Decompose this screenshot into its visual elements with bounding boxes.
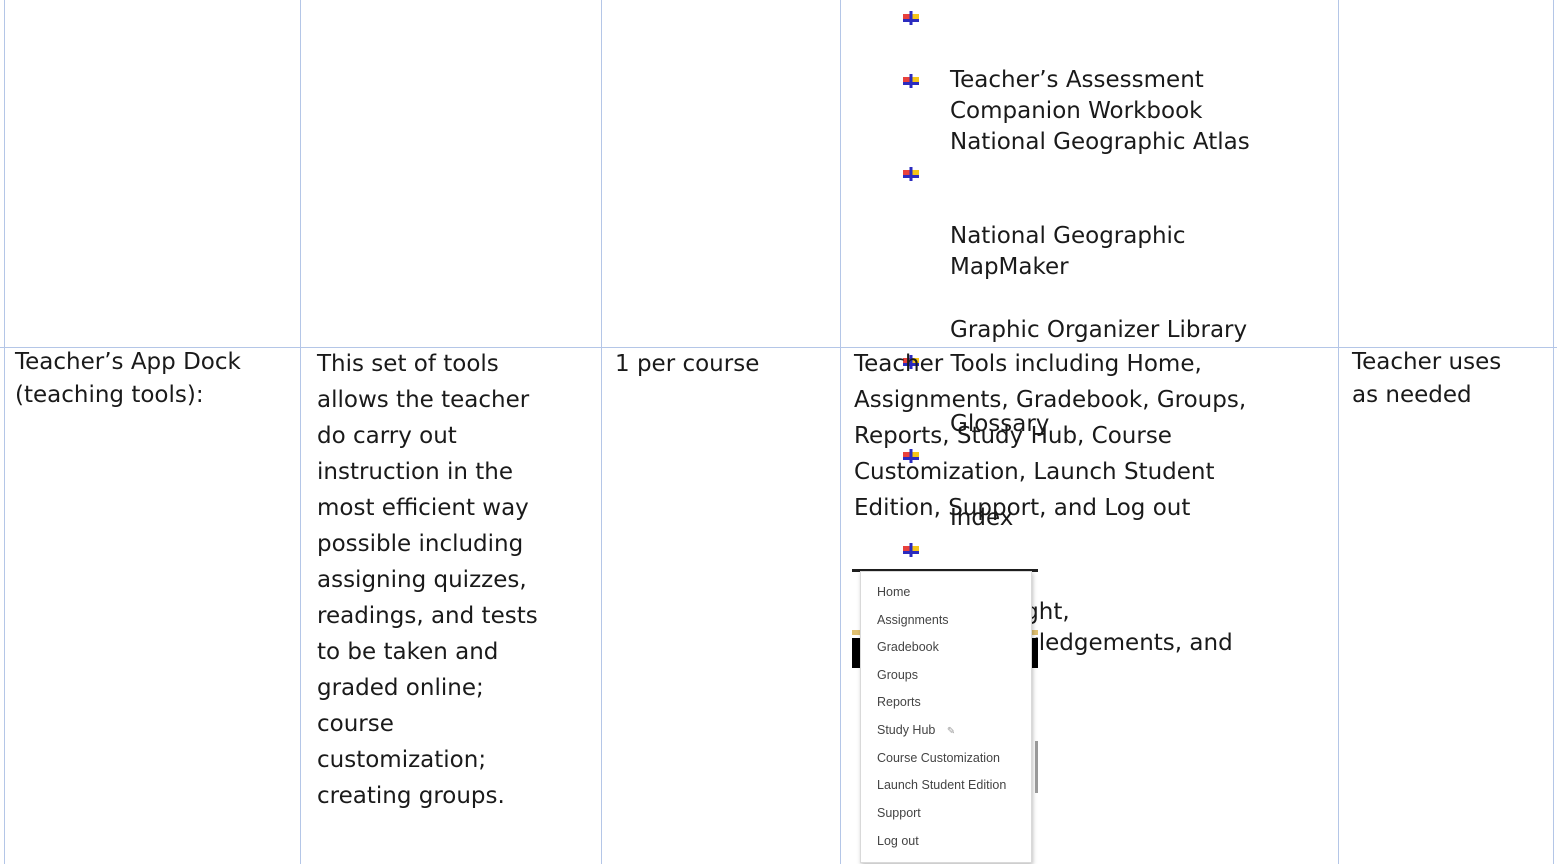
list-item: National Geographic Atlas <box>895 65 1250 159</box>
app-dock-menu-screenshot: Home Assignments Gradebook Groups Report… <box>852 569 1038 864</box>
menu-item-home[interactable]: Home <box>877 585 910 599</box>
bullet-icon <box>903 11 919 25</box>
table-border-col4 <box>1338 0 1339 864</box>
list-item: National Geographic MapMaker <box>895 158 1250 283</box>
usage-cell: Teacher uses as needed <box>1352 349 1502 408</box>
bullet-icon <box>903 543 919 558</box>
menu-item-support[interactable]: Support <box>877 806 921 820</box>
menu-side-black-left <box>852 638 860 668</box>
table-border-right <box>1553 0 1554 864</box>
quantity-cell: 1 per course <box>615 351 760 377</box>
menu-item-label: Study Hub <box>877 723 936 737</box>
list-item: Graphic Organizer Library <box>895 284 1250 347</box>
table-border-col1 <box>300 0 301 864</box>
bullet-label: Graphic Organizer Library <box>950 316 1248 343</box>
details-cell: Teacher Tools including Home, Assignment… <box>854 351 1247 521</box>
menu-item-gradebook[interactable]: Gradebook <box>877 640 939 654</box>
table-border-col3 <box>840 0 841 864</box>
dropdown-menu: Home Assignments Gradebook Groups Report… <box>860 571 1032 863</box>
table-border-left <box>4 0 5 864</box>
menu-item-log-out[interactable]: Log out <box>877 834 919 848</box>
table-border-col2 <box>601 0 602 864</box>
menu-item-launch-student-edition[interactable]: Launch Student Edition <box>877 778 1006 792</box>
menu-item-study-hub[interactable]: Study Hub ✎ <box>877 723 955 737</box>
menu-item-groups[interactable]: Groups <box>877 668 918 682</box>
pencil-icon: ✎ <box>946 726 956 737</box>
component-name-cell: Teacher’s App Dock (teaching tools): <box>15 349 241 408</box>
menu-item-assignments[interactable]: Assignments <box>877 613 949 627</box>
menu-item-course-customization[interactable]: Course Customization <box>877 751 1000 765</box>
menu-item-reports[interactable]: Reports <box>877 695 921 709</box>
list-item: Teacher’s Assessment Companion Workbook <box>895 2 1250 124</box>
menu-side-gold-left <box>852 630 860 635</box>
description-cell: This set of tools allows the teacher do … <box>317 351 538 809</box>
bullet-label: National Geographic Atlas <box>950 129 1250 156</box>
bullet-icon <box>903 73 919 88</box>
bullet-icon <box>903 167 919 182</box>
menu-scrollbar[interactable] <box>1035 741 1038 793</box>
bullet-label: National Geographic MapMaker <box>950 223 1186 281</box>
